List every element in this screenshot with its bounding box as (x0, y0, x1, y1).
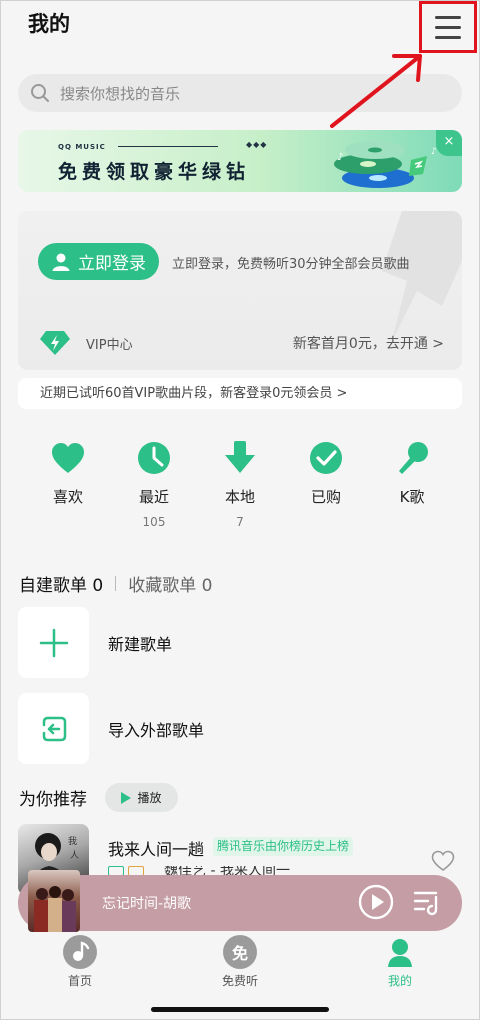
import-playlist-label: 导入外部歌单 (108, 720, 205, 740)
vinyl-disc-art-icon: ♪ ♪ (334, 141, 437, 188)
search-icon (31, 84, 49, 102)
shortcut-liked[interactable]: 喜欢 (25, 440, 111, 529)
nav-item-home[interactable]: 首页 (35, 935, 125, 989)
svg-text:♪: ♪ (431, 147, 437, 157)
bottom-nav: 首页 免 免费听 我的 (0, 935, 480, 995)
vip-center-label: VIP中心 (86, 337, 133, 353)
heart-icon (52, 443, 84, 473)
trial-notice-bar[interactable]: 近期已试听60首VIP歌曲片段，新客登录0元领会员 > (18, 378, 462, 409)
shortcut-count: 7 (236, 515, 244, 529)
promo-banner[interactable]: QQ MUSIC ◆◆◆ 免费领取豪华绿钻 ♪ ♪ × (18, 130, 462, 192)
shortcut-karaoke[interactable]: K歌 (369, 440, 455, 529)
free-listen-icon: 免 (223, 935, 257, 969)
play-circle-icon[interactable] (358, 884, 394, 920)
home-indicator (151, 1007, 329, 1012)
tab-collected-playlists[interactable]: 收藏歌单 0 (128, 571, 212, 596)
login-button-label: 立即登录 (78, 254, 146, 274)
shortcut-count: 105 (142, 515, 166, 529)
shortcut-label: K歌 (399, 488, 425, 506)
microphone-icon (399, 442, 428, 474)
now-playing-title[interactable]: 忘记时间-胡歌 (102, 893, 191, 913)
svg-text:♪: ♪ (337, 152, 343, 163)
check-circle-icon (310, 442, 342, 474)
svg-text:我: 我 (68, 836, 77, 847)
shortcut-label: 本地 (224, 488, 255, 506)
tab-created-playlists[interactable]: 自建歌单 0 (19, 571, 103, 596)
recommend-song-title[interactable]: 我来人间一趟 (108, 836, 204, 860)
vip-diamond-icon (40, 331, 70, 355)
nav-item-profile[interactable]: 我的 (355, 935, 445, 989)
vip-offer-link[interactable]: 新客首月0元，去开通 > (293, 333, 444, 353)
plus-icon (39, 628, 68, 657)
shortcut-recent[interactable]: 最近 105 (111, 440, 197, 529)
shortcut-label: 最近 (138, 488, 169, 506)
recommend-play-button[interactable]: 播放 (105, 783, 178, 812)
new-playlist-label: 新建歌单 (108, 634, 173, 654)
new-playlist-item[interactable]: 新建歌单 (18, 607, 172, 678)
playlist-queue-icon[interactable] (412, 887, 442, 917)
play-icon (121, 791, 132, 804)
banner-title: 免费领取豪华绿钻 (58, 161, 251, 183)
search-placeholder: 搜索你想找的音乐 (60, 84, 181, 103)
svg-text:人: 人 (70, 850, 79, 861)
nav-label: 免费听 (221, 974, 258, 988)
import-playlist-item[interactable]: 导入外部歌单 (18, 693, 204, 764)
banner-close-button[interactable]: × (436, 130, 462, 156)
clock-icon (138, 442, 170, 474)
recommend-header: 为你推荐 播放 (19, 783, 178, 812)
album-cover (28, 870, 80, 932)
profile-icon (383, 935, 417, 969)
player-album-art[interactable] (18, 870, 96, 932)
banner-diamond-icons: ◆◆◆ (246, 140, 268, 149)
annotation-arrow-icon (330, 54, 422, 128)
shortcut-purchased[interactable]: 已购 (283, 440, 369, 529)
home-icon (63, 935, 97, 969)
playlist-tabs: 自建歌单 0 收藏歌单 0 (19, 571, 212, 596)
favorite-heart-icon[interactable] (431, 850, 455, 872)
shortcut-row: 喜欢 最近 105 本地 7 已购 K歌 (25, 440, 455, 529)
banner-divider (118, 146, 218, 147)
login-button[interactable]: 立即登录 (38, 243, 159, 280)
user-icon (52, 253, 70, 271)
nav-item-free-listen[interactable]: 免 免费听 (195, 935, 285, 989)
recommend-title: 为你推荐 (19, 790, 87, 810)
download-icon (225, 441, 255, 473)
login-card: 立即登录 立即登录，免费畅听30分钟全部会员歌曲 VIP中心 新客首月0元，去开… (18, 211, 462, 370)
import-icon (42, 716, 66, 741)
shortcut-local[interactable]: 本地 7 (197, 440, 283, 529)
shortcut-label: 喜欢 (52, 488, 83, 506)
banner-brand: QQ MUSIC (58, 143, 106, 151)
page-title: 我的 (28, 12, 70, 36)
shortcut-label: 已购 (310, 488, 341, 506)
vip-center-row[interactable]: VIP中心 新客首月0元，去开通 > (40, 331, 444, 355)
login-description: 立即登录，免费畅听30分钟全部会员歌曲 (172, 257, 410, 272)
nav-label: 我的 (387, 974, 412, 988)
tab-divider (115, 576, 117, 591)
chart-history-badge: 腾讯音乐由你榜历史上榜 (213, 837, 354, 856)
nav-label: 首页 (67, 974, 92, 988)
recommend-play-label: 播放 (137, 791, 162, 805)
